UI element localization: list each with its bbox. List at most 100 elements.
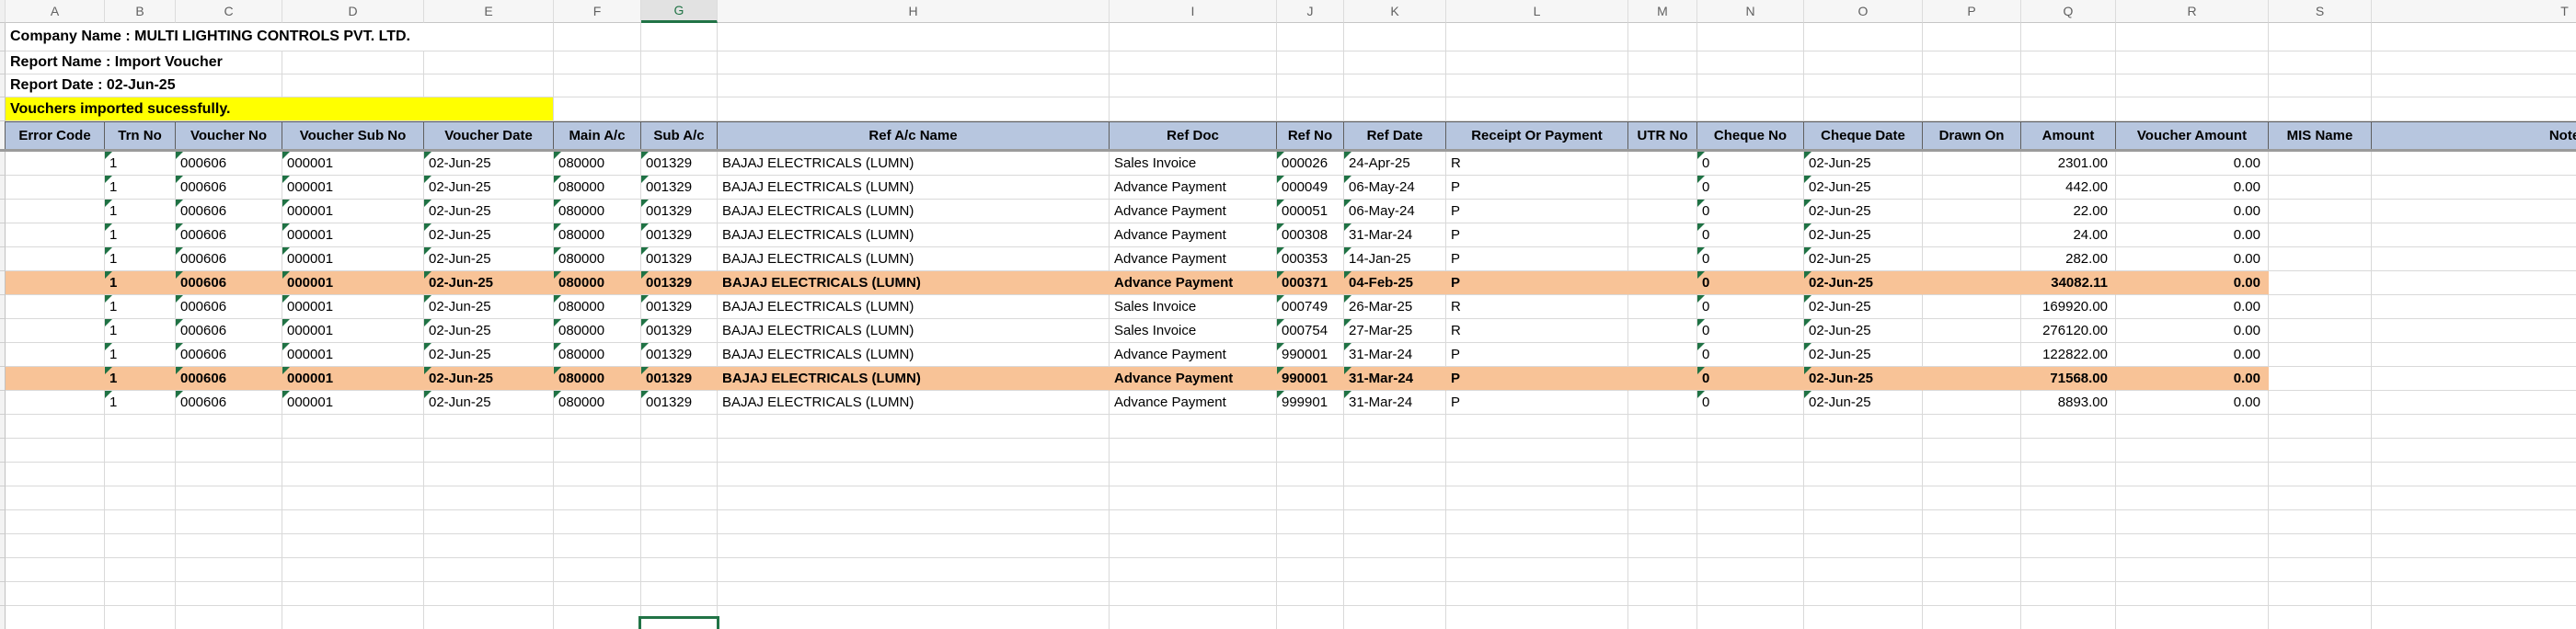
cell-T16[interactable] [2372, 391, 2576, 415]
cell-C15[interactable]: 000606 [176, 367, 282, 391]
cell-A14[interactable] [6, 343, 105, 367]
column-letter-Q[interactable]: Q [2021, 0, 2116, 23]
cell-H9[interactable]: BAJAJ ELECTRICALS (LUMN) [718, 223, 1110, 247]
cell-B14[interactable]: 1 [105, 343, 176, 367]
cell-I7[interactable]: Advance Payment [1110, 176, 1277, 200]
empty-cell[interactable] [2116, 51, 2269, 74]
cell-O11[interactable]: 02-Jun-25 [1804, 271, 1923, 295]
cell-F9[interactable]: 080000 [554, 223, 641, 247]
cell-J16[interactable]: 999901 [1277, 391, 1344, 415]
empty-cell[interactable] [105, 415, 176, 439]
empty-cell[interactable] [554, 415, 641, 439]
empty-cell[interactable] [554, 582, 641, 606]
cell-D12[interactable]: 000001 [282, 295, 424, 319]
cell-N7[interactable]: 0 [1697, 176, 1804, 200]
empty-cell[interactable] [2372, 510, 2576, 534]
cell-J9[interactable]: 000308 [1277, 223, 1344, 247]
empty-cell[interactable] [105, 486, 176, 510]
cell-G8[interactable]: 001329 [641, 200, 718, 223]
cell-N9[interactable]: 0 [1697, 223, 1804, 247]
empty-cell[interactable] [1804, 510, 1923, 534]
empty-cell[interactable] [1628, 415, 1697, 439]
cell-R8[interactable]: 0.00 [2116, 200, 2269, 223]
empty-cell[interactable] [424, 51, 554, 74]
column-letter-I[interactable]: I [1110, 0, 1277, 23]
header-cell-sub-a-c[interactable]: Sub A/c [641, 121, 718, 149]
empty-cell[interactable] [1697, 415, 1804, 439]
empty-cell[interactable] [1277, 23, 1344, 51]
header-cell-voucher-amount[interactable]: Voucher Amount [2116, 121, 2269, 149]
empty-cell[interactable] [641, 558, 718, 582]
empty-cell[interactable] [6, 486, 105, 510]
cell-T6[interactable] [2372, 152, 2576, 176]
empty-cell[interactable] [1923, 439, 2021, 463]
cell-K11[interactable]: 04-Feb-25 [1344, 271, 1446, 295]
cell-Q13[interactable]: 276120.00 [2021, 319, 2116, 343]
empty-cell[interactable] [1446, 463, 1628, 486]
empty-cell[interactable] [424, 415, 554, 439]
empty-cell[interactable] [1628, 582, 1697, 606]
cell-P7[interactable] [1923, 176, 2021, 200]
cell-I9[interactable]: Advance Payment [1110, 223, 1277, 247]
empty-cell[interactable] [1804, 51, 1923, 74]
cell-O15[interactable]: 02-Jun-25 [1804, 367, 1923, 391]
empty-cell[interactable] [2372, 558, 2576, 582]
empty-cell[interactable] [1446, 606, 1628, 629]
empty-cell[interactable] [2269, 558, 2372, 582]
empty-cell[interactable] [1923, 463, 2021, 486]
header-cell-amount[interactable]: Amount [2021, 121, 2116, 149]
empty-cell[interactable] [718, 582, 1110, 606]
empty-cell[interactable] [1277, 51, 1344, 74]
cell-N13[interactable]: 0 [1697, 319, 1804, 343]
cell-O10[interactable]: 02-Jun-25 [1804, 247, 1923, 271]
cell-C12[interactable]: 000606 [176, 295, 282, 319]
empty-cell[interactable] [1628, 534, 1697, 558]
cell-Q14[interactable]: 122822.00 [2021, 343, 2116, 367]
cell-G9[interactable]: 001329 [641, 223, 718, 247]
cell-H15[interactable]: BAJAJ ELECTRICALS (LUMN) [718, 367, 1110, 391]
cell-B11[interactable]: 1 [105, 271, 176, 295]
cell-H7[interactable]: BAJAJ ELECTRICALS (LUMN) [718, 176, 1110, 200]
empty-cell[interactable] [1277, 558, 1344, 582]
empty-cell[interactable] [105, 510, 176, 534]
empty-cell[interactable] [1923, 510, 2021, 534]
cell-T13[interactable] [2372, 319, 2576, 343]
empty-cell[interactable] [6, 582, 105, 606]
header-cell-note[interactable]: Note [2372, 121, 2576, 149]
cell-J11[interactable]: 000371 [1277, 271, 1344, 295]
empty-cell[interactable] [176, 606, 282, 629]
cell-P12[interactable] [1923, 295, 2021, 319]
cell-M12[interactable] [1628, 295, 1697, 319]
column-letter-H[interactable]: H [718, 0, 1110, 23]
empty-cell[interactable] [1110, 534, 1277, 558]
empty-cell[interactable] [1446, 74, 1628, 97]
cell-A7[interactable] [6, 176, 105, 200]
empty-cell[interactable] [424, 486, 554, 510]
cell-Q16[interactable]: 8893.00 [2021, 391, 2116, 415]
empty-cell[interactable] [282, 74, 424, 97]
cell-C16[interactable]: 000606 [176, 391, 282, 415]
cell-E7[interactable]: 02-Jun-25 [424, 176, 554, 200]
empty-cell[interactable] [1923, 606, 2021, 629]
cell-O16[interactable]: 02-Jun-25 [1804, 391, 1923, 415]
cell-I11[interactable]: Advance Payment [1110, 271, 1277, 295]
cell-F12[interactable]: 080000 [554, 295, 641, 319]
cell-J7[interactable]: 000049 [1277, 176, 1344, 200]
cell-E11[interactable]: 02-Jun-25 [424, 271, 554, 295]
company-name-line[interactable]: Company Name : MULTI LIGHTING CONTROLS P… [6, 23, 554, 51]
cell-E13[interactable]: 02-Jun-25 [424, 319, 554, 343]
cell-N12[interactable]: 0 [1697, 295, 1804, 319]
empty-cell[interactable] [554, 510, 641, 534]
empty-cell[interactable] [2269, 439, 2372, 463]
empty-cell[interactable] [1923, 51, 2021, 74]
empty-cell[interactable] [2116, 23, 2269, 51]
cell-K15[interactable]: 31-Mar-24 [1344, 367, 1446, 391]
cell-S10[interactable] [2269, 247, 2372, 271]
header-cell-ref-a-c-name[interactable]: Ref A/c Name [718, 121, 1110, 149]
empty-cell[interactable] [6, 510, 105, 534]
empty-cell[interactable] [282, 486, 424, 510]
empty-cell[interactable] [2021, 534, 2116, 558]
column-letter-O[interactable]: O [1804, 0, 1923, 23]
cell-S14[interactable] [2269, 343, 2372, 367]
empty-cell[interactable] [2116, 74, 2269, 97]
